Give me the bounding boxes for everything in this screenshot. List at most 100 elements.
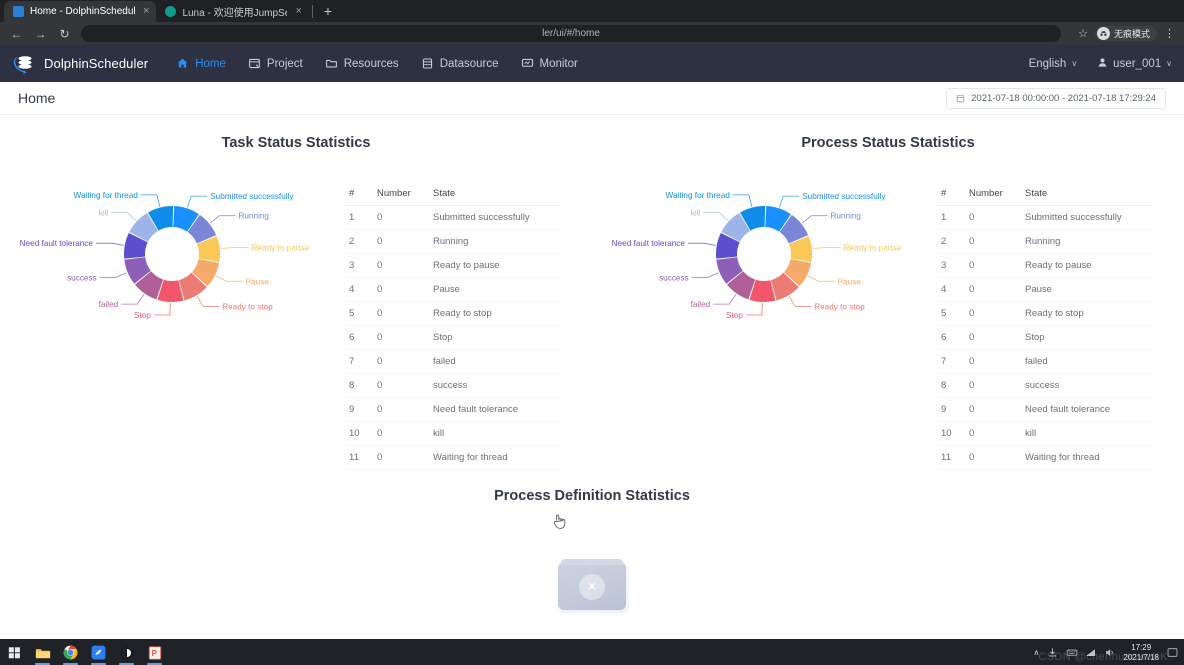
process-status-donut-chart[interactable]: Submitted successfully Running Ready to pa…	[592, 159, 937, 349]
donut-slice-label: Stop	[726, 311, 743, 320]
table-row[interactable]: 1 0 Submitted successfully	[345, 205, 560, 230]
table-row[interactable]: 11 0 Waiting for thread	[345, 445, 560, 470]
donut-slice-label: Need fault tolerance	[612, 239, 686, 248]
donut-slice-label: failed	[99, 300, 119, 309]
onedrive-icon[interactable]	[1047, 647, 1058, 658]
new-tab-button[interactable]: +	[316, 1, 340, 22]
notification-center-icon[interactable]	[1167, 647, 1178, 658]
row-state: Waiting for thread	[429, 445, 560, 470]
row-index: 11	[345, 445, 373, 470]
user-avatar-icon	[1097, 57, 1108, 71]
empty-state: ×	[0, 526, 1184, 639]
donut-label-line	[99, 272, 127, 278]
table-row[interactable]: 2 0 Running	[345, 229, 560, 254]
editor-app-icon[interactable]	[90, 644, 107, 665]
table-row[interactable]: 10 0 kill	[937, 421, 1152, 446]
address-bar[interactable]: ler/ui/#/home	[81, 25, 1062, 42]
row-index: 1	[345, 205, 373, 230]
language-selector[interactable]: English ∨	[1029, 58, 1078, 70]
powerpoint-icon[interactable]: P	[146, 644, 163, 665]
statistics-panels: Task Status Statistics Submitted success…	[0, 115, 1184, 470]
row-state: Pause	[429, 277, 560, 302]
table-row[interactable]: 10 0 kill	[345, 421, 560, 446]
browser-tab-dolphinscheduler[interactable]: Home - DolphinScheduler - D ×	[4, 1, 157, 22]
table-row[interactable]: 8 0 success	[345, 373, 560, 398]
incognito-indicator[interactable]: 无痕模式	[1094, 26, 1157, 41]
table-row[interactable]: 4 0 Pause	[937, 277, 1152, 302]
windows-taskbar: P ∧ 17:29 2021/7/18 CSDN @chenhuanwuKK	[0, 639, 1184, 665]
nav-item-home[interactable]: Home	[176, 57, 226, 70]
table-row[interactable]: 7 0 failed	[937, 349, 1152, 374]
nav-item-project[interactable]: Project	[248, 57, 303, 70]
table-row[interactable]: 11 0 Waiting for thread	[937, 445, 1152, 470]
donut-label-line	[779, 195, 800, 208]
system-tray: ∧ 17:29 2021/7/18	[1034, 643, 1178, 663]
task-status-donut-chart[interactable]: Submitted successfully Running Ready to pa…	[0, 159, 345, 349]
table-row[interactable]: 5 0 Ready to stop	[345, 301, 560, 326]
bookmark-star-icon[interactable]: ☆	[1078, 27, 1088, 40]
toolbar-actions: ☆ 无痕模式 ⋮	[1078, 26, 1175, 41]
process-definition-statistics-panel: Process Definition Statistics ×	[0, 488, 1184, 639]
forward-icon[interactable]: →	[33, 26, 48, 41]
start-button[interactable]	[6, 644, 23, 661]
network-icon[interactable]	[1085, 647, 1096, 658]
page-content: Task Status Statistics Submitted success…	[0, 115, 1184, 639]
donut-slice-label: Submitted successfully	[210, 192, 294, 201]
nav-item-datasource[interactable]: Datasource	[421, 57, 499, 70]
table-row[interactable]: 3 0 Ready to pause	[345, 253, 560, 278]
row-index: 10	[345, 421, 373, 446]
back-icon[interactable]: ←	[9, 26, 24, 41]
nav-item-monitor[interactable]: Monitor	[521, 57, 578, 70]
row-index: 7	[937, 349, 965, 374]
donut-label-line	[807, 275, 835, 282]
browser-chrome: Home - DolphinScheduler - D × Luna - 欢迎使…	[0, 0, 1184, 45]
close-icon[interactable]: ×	[143, 6, 149, 17]
donut-slice-label: Waiting for thread	[666, 191, 731, 200]
row-state: Running	[1021, 229, 1152, 254]
file-explorer-icon[interactable]	[34, 644, 51, 665]
table-row[interactable]: 6 0 Stop	[345, 325, 560, 350]
volume-icon[interactable]	[1104, 647, 1115, 658]
date-range-picker[interactable]: 2021-07-18 00:00:00 - 2021-07-18 17:29:2…	[946, 87, 1166, 109]
table-row[interactable]: 6 0 Stop	[937, 325, 1152, 350]
row-number: 0	[373, 397, 429, 422]
close-icon[interactable]: ×	[295, 6, 301, 17]
donut-slice-label: success	[67, 273, 97, 282]
row-number: 0	[965, 277, 1021, 302]
table-row[interactable]: 9 0 Need fault tolerance	[345, 397, 560, 422]
donut-slice-label: Submitted successfully	[802, 192, 886, 201]
row-index: 4	[937, 277, 965, 302]
row-index: 6	[345, 325, 373, 350]
row-number: 0	[373, 301, 429, 326]
table-row[interactable]: 9 0 Need fault tolerance	[937, 397, 1152, 422]
brand[interactable]: DolphinScheduler	[12, 53, 148, 75]
table-row[interactable]: 1 0 Submitted successfully	[937, 205, 1152, 230]
table-row[interactable]: 2 0 Running	[937, 229, 1152, 254]
keyboard-icon[interactable]	[1066, 647, 1078, 658]
clock-time: 17:29	[1131, 642, 1152, 652]
row-state: Ready to stop	[429, 301, 560, 326]
table-row[interactable]: 8 0 success	[937, 373, 1152, 398]
chrome-icon[interactable]	[62, 644, 79, 665]
user-name: user_001	[1113, 57, 1162, 70]
table-row[interactable]: 3 0 Ready to pause	[937, 253, 1152, 278]
donut-label-line	[187, 195, 208, 208]
tray-expand-icon[interactable]: ∧	[1034, 648, 1040, 657]
user-menu[interactable]: user_001 ∨	[1097, 57, 1172, 71]
row-index: 2	[937, 229, 965, 254]
donut-label-line	[121, 294, 145, 305]
browser-tab-luna[interactable]: Luna - 欢迎使用JumpServer开 ×	[156, 1, 308, 22]
table-row[interactable]: 4 0 Pause	[345, 277, 560, 302]
browser-menu-icon[interactable]: ⋮	[1164, 27, 1175, 40]
tab-divider	[311, 5, 313, 18]
table-row[interactable]: 5 0 Ready to stop	[937, 301, 1152, 326]
browser-app-icon[interactable]	[118, 644, 135, 665]
donut-slice-label: Ready to stop	[222, 302, 273, 311]
nav-item-resources[interactable]: Resources	[325, 57, 399, 70]
donut-label-line	[801, 215, 828, 224]
donut-label-line	[215, 275, 243, 282]
donut-slice-label: Ready to pause	[252, 243, 310, 252]
table-row[interactable]: 7 0 failed	[345, 349, 560, 374]
taskbar-clock[interactable]: 17:29 2021/7/18	[1123, 643, 1159, 663]
reload-icon[interactable]: ↻	[57, 26, 72, 41]
